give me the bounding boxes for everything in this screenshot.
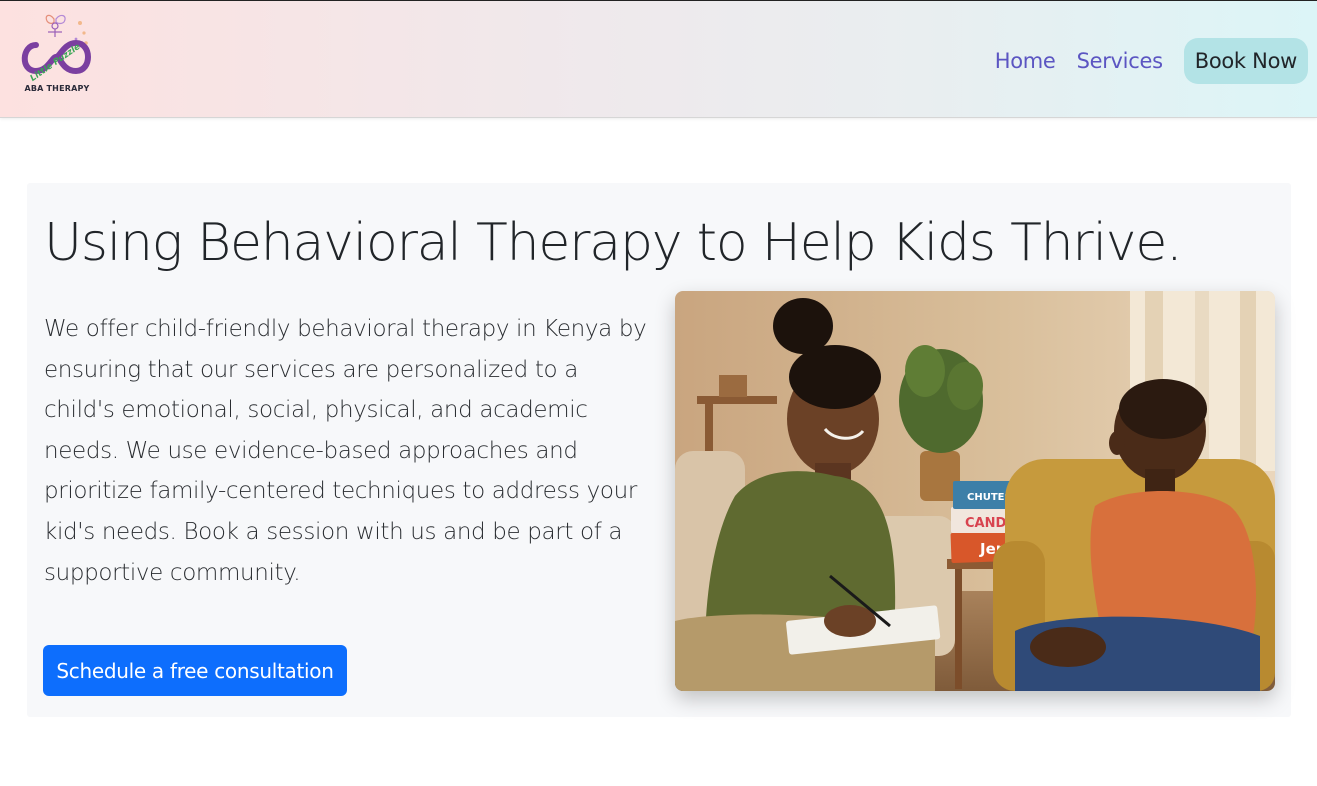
book-now-button[interactable]: Book Now — [1183, 38, 1308, 84]
brand-logo[interactable]: Little Puzzle ABA THERAPY — [14, 13, 96, 99]
schedule-consultation-button[interactable]: Schedule a free consultation — [43, 645, 347, 696]
nav-link-home[interactable]: Home — [995, 49, 1056, 73]
hero-section: Using Behavioral Therapy to Help Kids Th… — [27, 183, 1291, 717]
navbar: Little Puzzle ABA THERAPY Home Services … — [0, 0, 1317, 118]
svg-text:Little Puzzle: Little Puzzle — [29, 42, 83, 84]
therapist-with-child-photo: CHUTES LADDERS CANDY LAND Jenga — [675, 291, 1275, 691]
nav-menu: Home Services Book Now — [995, 38, 1308, 84]
hero-description: We offer child-friendly behavioral thera… — [44, 316, 647, 586]
brand-tagline: ABA THERAPY — [24, 84, 90, 93]
hero-title: Using Behavioral Therapy to Help Kids Th… — [44, 213, 1183, 273]
puzzle-infinity-icon: Little Puzzle — [21, 14, 91, 84]
nav-link-services[interactable]: Services — [1077, 49, 1163, 73]
